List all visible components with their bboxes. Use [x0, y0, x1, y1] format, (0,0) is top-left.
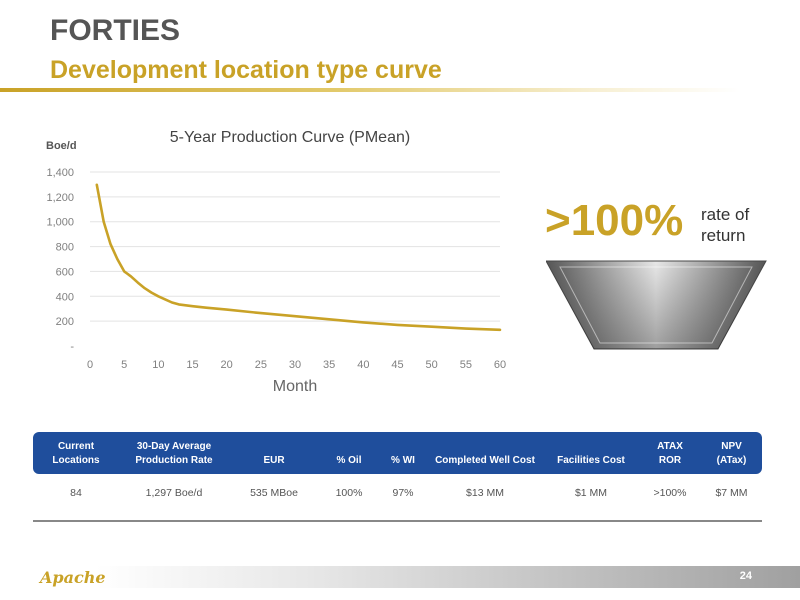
- x-tick-label: 25: [255, 359, 267, 371]
- title-divider: [0, 88, 740, 92]
- chart-title: 5-Year Production Curve (PMean): [170, 129, 410, 146]
- x-tick-label: 45: [391, 359, 403, 371]
- header-cell: NPV (ATax): [716, 441, 747, 466]
- table-cell-eur: 535 MBoe: [250, 487, 298, 499]
- page-title: FORTIES: [50, 14, 181, 47]
- ror-label-line1: rate of: [701, 205, 750, 224]
- x-tick-label: 55: [460, 359, 472, 371]
- header-cell: ATAX ROR: [657, 441, 683, 466]
- y-axis-label: Boe/d: [46, 140, 77, 152]
- ror-label-line2: return: [701, 226, 746, 245]
- production-series-line: [95, 183, 502, 332]
- y-tick-label: 400: [56, 291, 74, 303]
- production-curve-chart: 5-Year Production Curve (PMean)Boe/d-200…: [46, 129, 506, 395]
- table-cell-facilities-cost: $1 MM: [574, 487, 608, 499]
- x-tick-label: 5: [121, 359, 127, 371]
- x-tick-label: 30: [289, 359, 301, 371]
- x-tick-label: 10: [152, 359, 164, 371]
- ror-label: rate of return: [701, 204, 749, 246]
- y-tick-label: 800: [56, 242, 74, 254]
- header-cell: Facilities Cost: [557, 455, 625, 466]
- x-tick-label: 40: [357, 359, 369, 371]
- y-tick-label: 1,400: [46, 167, 74, 179]
- table-cell-oil-pct: 100%: [335, 487, 363, 499]
- y-tick-label: -: [70, 341, 74, 353]
- footer-bar: [0, 566, 800, 588]
- x-axis-label: Month: [273, 378, 317, 395]
- table-cell-npv: $7 MM: [715, 487, 748, 499]
- table-bottom-rule: [33, 520, 762, 522]
- y-tick-label: 600: [56, 266, 74, 278]
- ror-value: >100%: [545, 196, 684, 245]
- table-cell-locations: 84: [70, 487, 82, 499]
- header-cell: Current Locations: [52, 441, 100, 466]
- table-cell-ror: >100%: [653, 487, 687, 499]
- table-header-row: Current Locations 30-Day Average Productio…: [33, 432, 762, 474]
- page-number: 24: [739, 570, 752, 582]
- economics-table: Current Locations 30-Day Average Productio…: [33, 432, 762, 522]
- x-tick-label: 15: [186, 359, 198, 371]
- page-subtitle: Development location type curve: [50, 56, 442, 84]
- header-cell: EUR: [263, 455, 285, 466]
- apache-logo: Apache: [40, 568, 106, 587]
- y-tick-label: 200: [56, 316, 74, 328]
- y-tick-label: 1,000: [46, 217, 74, 229]
- table-cell-well-cost: $13 MM: [466, 487, 504, 499]
- table-cell-wi-pct: 97%: [392, 487, 414, 499]
- table-row: 84 1,297 Boe/d 535 MBoe 100% 97% $13 MM …: [33, 474, 762, 512]
- x-tick-label: 0: [87, 359, 93, 371]
- header-cell: Completed Well Cost: [435, 455, 535, 466]
- header-cell: % Oil: [336, 455, 362, 466]
- header-cell: % WI: [391, 455, 415, 466]
- x-tick-label: 20: [221, 359, 233, 371]
- table-cell-production-rate: 1,297 Boe/d: [145, 487, 203, 499]
- funnel-shade: [546, 261, 766, 349]
- x-tick-label: 60: [494, 359, 506, 371]
- funnel-graphic: [546, 260, 767, 350]
- header-cell: 30-Day Average Production Rate: [135, 441, 213, 466]
- x-tick-label: 50: [426, 359, 438, 371]
- y-tick-label: 1,200: [46, 192, 74, 204]
- x-tick-label: 35: [323, 359, 335, 371]
